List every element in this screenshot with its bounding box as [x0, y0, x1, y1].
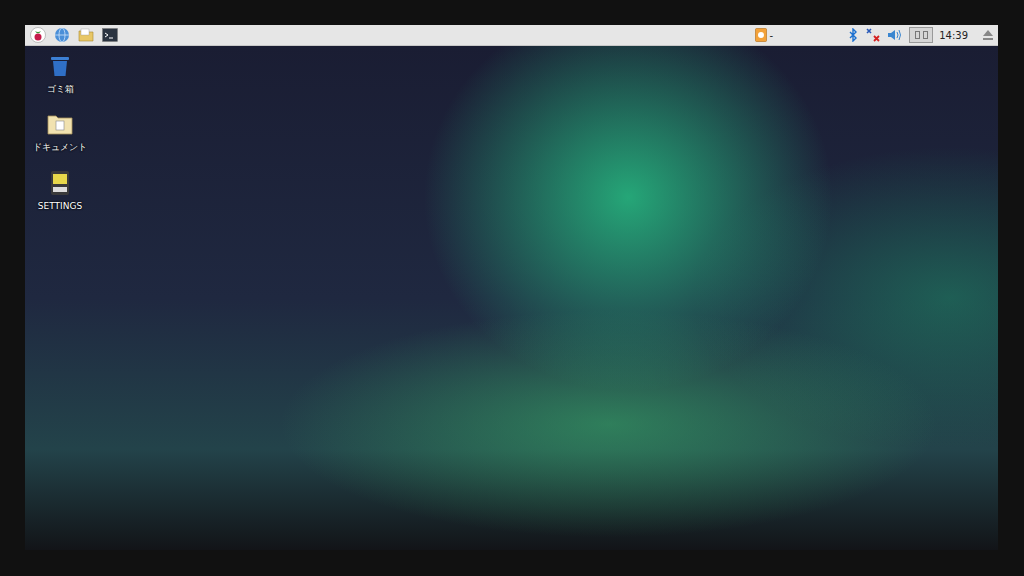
- folder-icon: [78, 27, 94, 43]
- folder-desktop-icon[interactable]: ドキュメント: [29, 112, 91, 160]
- desktop-wallpaper: ゴミ箱ドキュメント SETTINGS: [25, 46, 998, 550]
- trash-icon: [48, 54, 72, 78]
- drive-desktop-icon[interactable]: SETTINGS: [29, 170, 91, 218]
- files-launcher[interactable]: [77, 26, 95, 44]
- terminal-icon: [102, 27, 118, 43]
- clock[interactable]: 14:39: [939, 30, 968, 41]
- screen-frame: - 14:39 ゴミ箱ドキュメント SETTINGS: [0, 0, 1024, 576]
- raspberry-icon: [30, 27, 46, 43]
- eject-icon[interactable]: [982, 29, 994, 41]
- desktop-icon-label: SETTINGS: [38, 201, 82, 211]
- launcher-group: [29, 26, 119, 44]
- cpu-bar: [923, 31, 928, 39]
- cpu-bar: [915, 31, 920, 39]
- desktop-icon-label: ドキュメント: [33, 141, 87, 154]
- trash-desktop-icon[interactable]: ゴミ箱: [29, 54, 91, 102]
- desktop-icon-label: ゴミ箱: [47, 83, 74, 96]
- cpu-monitor[interactable]: [909, 27, 933, 43]
- bluetooth-icon[interactable]: [847, 28, 859, 42]
- screen: - 14:39 ゴミ箱ドキュメント SETTINGS: [25, 25, 998, 550]
- drive-icon: [49, 170, 71, 196]
- update-icon[interactable]: [755, 28, 767, 42]
- network-icon[interactable]: [865, 27, 881, 43]
- system-tray: - 14:39: [755, 27, 994, 43]
- volume-icon[interactable]: [887, 28, 903, 42]
- update-indicator: -: [770, 30, 774, 41]
- terminal-launcher[interactable]: [101, 26, 119, 44]
- desktop-icons: ゴミ箱ドキュメント SETTINGS: [29, 54, 91, 550]
- menu-launcher[interactable]: [29, 26, 47, 44]
- taskbar: - 14:39: [25, 25, 998, 46]
- globe-icon: [54, 27, 70, 43]
- browser-launcher[interactable]: [53, 26, 71, 44]
- folder-icon: [47, 112, 73, 136]
